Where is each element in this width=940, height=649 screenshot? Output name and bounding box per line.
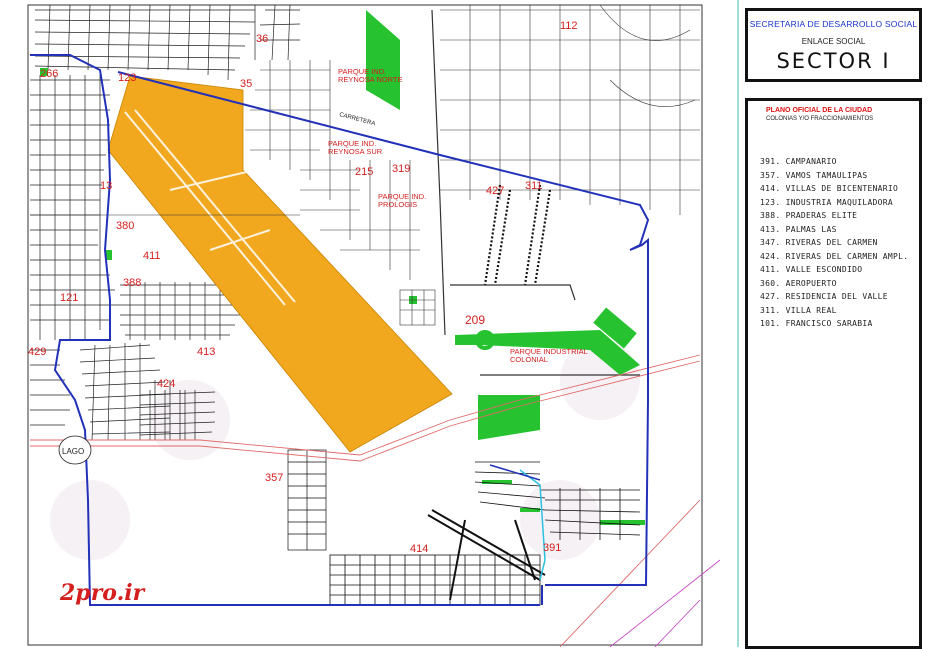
colonia-391-label: 391	[543, 542, 562, 554]
legend-item: 391. CAMPANARIO	[760, 157, 837, 166]
colonia-36-label: 36	[256, 33, 269, 45]
colonia-411-label: 411	[143, 250, 161, 262]
parque-colonial-label: PARQUE INDUSTRIAL COLONIAL	[510, 347, 588, 364]
legend-item: 357. VAMOS TAMAULIPAS	[760, 170, 868, 180]
subdivision-414	[329, 509, 546, 606]
colonia-414-label: 414	[410, 543, 429, 555]
ministry-name: SECRETARIA DE DESARROLLO SOCIAL	[749, 19, 918, 29]
legend-item: 411. VALLE ESCONDIDO	[760, 265, 863, 274]
parque-sur-label: PARQUE IND. REYNOSA SUR	[328, 139, 383, 156]
legend-list: 391. CAMPANARIO 357. VAMOS TAMAULIPAS 41…	[760, 155, 908, 331]
parque-prologis-label: PARQUE IND. PROLOGIS	[378, 192, 427, 209]
legend-item: 427. RESIDENCIA DEL VALLE	[760, 292, 888, 301]
parque-norte-label: PARQUE IND. REYNOSA NORTE	[338, 67, 403, 84]
colonia-112-label: 112	[560, 20, 578, 32]
colonia-266-label: 266	[40, 68, 59, 80]
colonia-13-label: 13	[100, 180, 113, 192]
colonia-380-label: 380	[116, 220, 135, 232]
colonia-121-label: 121	[60, 292, 79, 304]
colonia-424-label: 424	[157, 378, 176, 390]
legend-title: PLANO OFICIAL DE LA CIUDAD	[766, 107, 873, 114]
sector-title: SECTOR I	[776, 49, 891, 73]
colonia-427-label: 427	[486, 185, 505, 197]
legend-item: 360. AEROPUERTO	[760, 278, 837, 288]
department-name: ENLACE SOCIAL	[801, 37, 866, 46]
grid-northeast	[440, 4, 700, 215]
colonia-209-label: 209	[465, 313, 486, 327]
lago-label: LAGO	[62, 447, 85, 456]
legend-item: 101. FRANCISCO SARABIA	[760, 319, 873, 328]
magenta-lines	[609, 559, 721, 647]
colonia-319-label: 319	[392, 163, 411, 175]
legend-item: 388. PRADERAS ELITE	[760, 211, 858, 220]
colonia-413-label: 413	[197, 346, 216, 358]
colonia-35-label: 35	[240, 78, 253, 90]
legend-item: 347. RIVERAS DEL CARMEN	[760, 238, 878, 247]
legend-subtitle: COLONIAS Y/O FRACCIONAMIENTOS	[766, 116, 874, 122]
legend-item: 413. PALMAS LAS	[760, 224, 837, 234]
legend-panel: PLANO OFICIAL DE LA CIUDAD COLONIAS Y/O …	[745, 98, 922, 649]
colonia-311-label: 311	[525, 180, 543, 192]
colonia-388-label: 388	[123, 277, 142, 289]
legend-item: 123. INDUSTRIA MAQUILADORA	[760, 197, 894, 207]
watermark-logo: 2pro.ir	[60, 580, 145, 606]
colonia-429-label: 429	[28, 346, 47, 358]
legend-item: 414. VILLAS DE BICENTENARIO	[760, 184, 899, 193]
title-block: SECRETARIA DE DESARROLLO SOCIAL ENLACE S…	[745, 8, 922, 82]
colonia-123-label: 123	[118, 72, 137, 84]
block-209	[399, 289, 436, 326]
legend-item: 311. VILLA REAL	[760, 305, 837, 315]
colonia-357-label: 357	[265, 472, 284, 484]
colonia-215-label: 215	[355, 166, 374, 178]
legend-item: 424. RIVERAS DEL CARMEN AMPL.	[760, 251, 909, 261]
subdivision-357	[287, 449, 327, 551]
striped-blocks-427-311	[483, 184, 552, 286]
